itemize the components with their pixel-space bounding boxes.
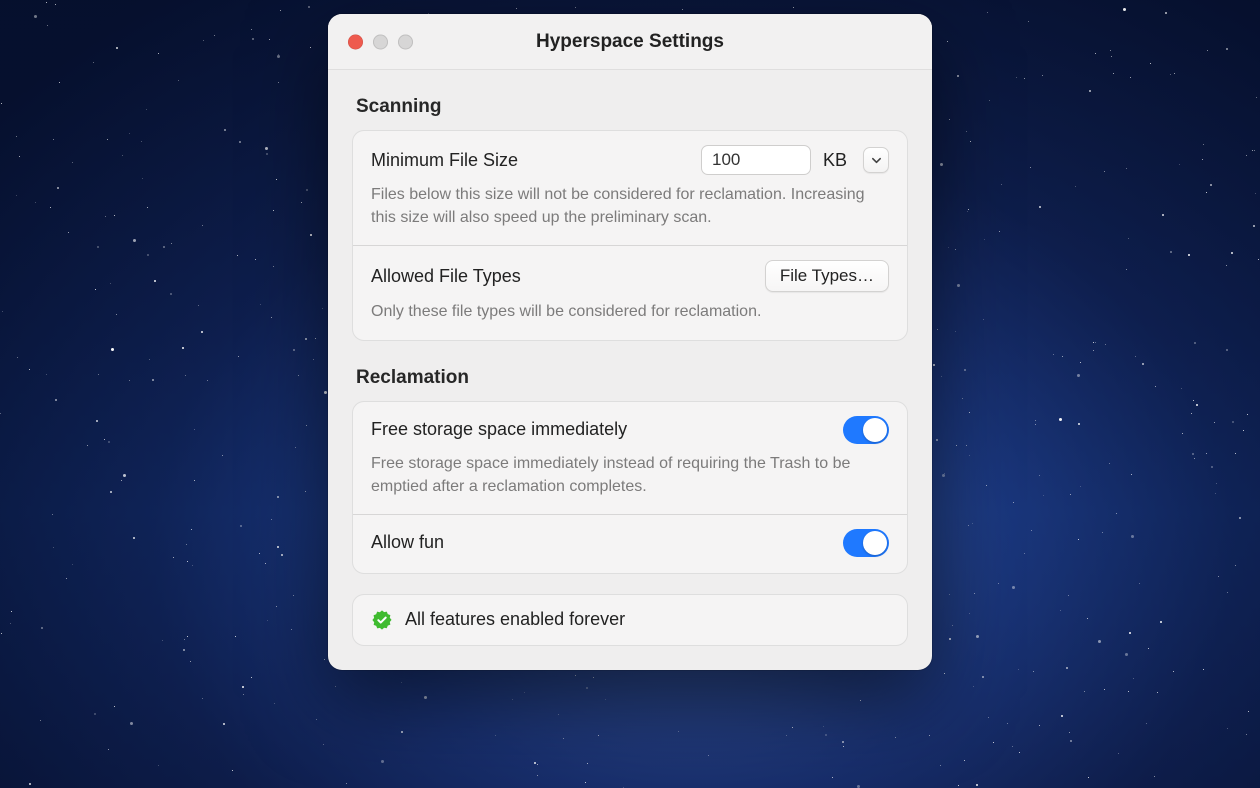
titlebar[interactable]: Hyperspace Settings — [328, 14, 932, 70]
min-file-size-input[interactable] — [701, 145, 811, 175]
scanning-header: Scanning — [356, 96, 908, 118]
free-immediately-toggle[interactable] — [843, 416, 889, 444]
license-status-text: All features enabled forever — [405, 609, 625, 630]
min-file-size-unit: KB — [823, 150, 851, 171]
zoom-button[interactable] — [398, 34, 413, 49]
allow-fun-label: Allow fun — [371, 532, 444, 553]
allowed-file-types-description: Only these file types will be considered… — [371, 300, 889, 323]
free-immediately-label: Free storage space immediately — [371, 419, 627, 440]
free-immediately-row: Free storage space immediately Free stor… — [353, 402, 907, 514]
traffic-lights — [348, 34, 413, 49]
minimize-button[interactable] — [373, 34, 388, 49]
settings-window: Hyperspace Settings Scanning Minimum Fil… — [328, 14, 932, 670]
verified-seal-icon — [371, 609, 393, 631]
reclamation-header: Reclamation — [356, 367, 908, 389]
allowed-file-types-row: Allowed File Types File Types… Only thes… — [353, 245, 907, 339]
window-content: Scanning Minimum File Size KB Fi — [328, 70, 932, 670]
window-title: Hyperspace Settings — [536, 31, 724, 53]
allow-fun-row: Allow fun — [353, 514, 907, 573]
close-button[interactable] — [348, 34, 363, 49]
reclamation-group: Free storage space immediately Free stor… — [352, 401, 908, 574]
allowed-file-types-label: Allowed File Types — [371, 266, 521, 287]
min-file-size-description: Files below this size will not be consid… — [371, 183, 889, 229]
free-immediately-description: Free storage space immediately instead o… — [371, 452, 889, 498]
scanning-group: Minimum File Size KB Files below this si… — [352, 130, 908, 341]
file-types-button[interactable]: File Types… — [765, 260, 889, 292]
license-status-row: All features enabled forever — [352, 594, 908, 646]
min-file-size-label: Minimum File Size — [371, 150, 518, 171]
min-file-size-row: Minimum File Size KB Files below this si… — [353, 131, 907, 245]
allow-fun-toggle[interactable] — [843, 529, 889, 557]
min-file-size-unit-popup[interactable] — [863, 147, 889, 173]
chevron-down-icon — [871, 155, 882, 166]
